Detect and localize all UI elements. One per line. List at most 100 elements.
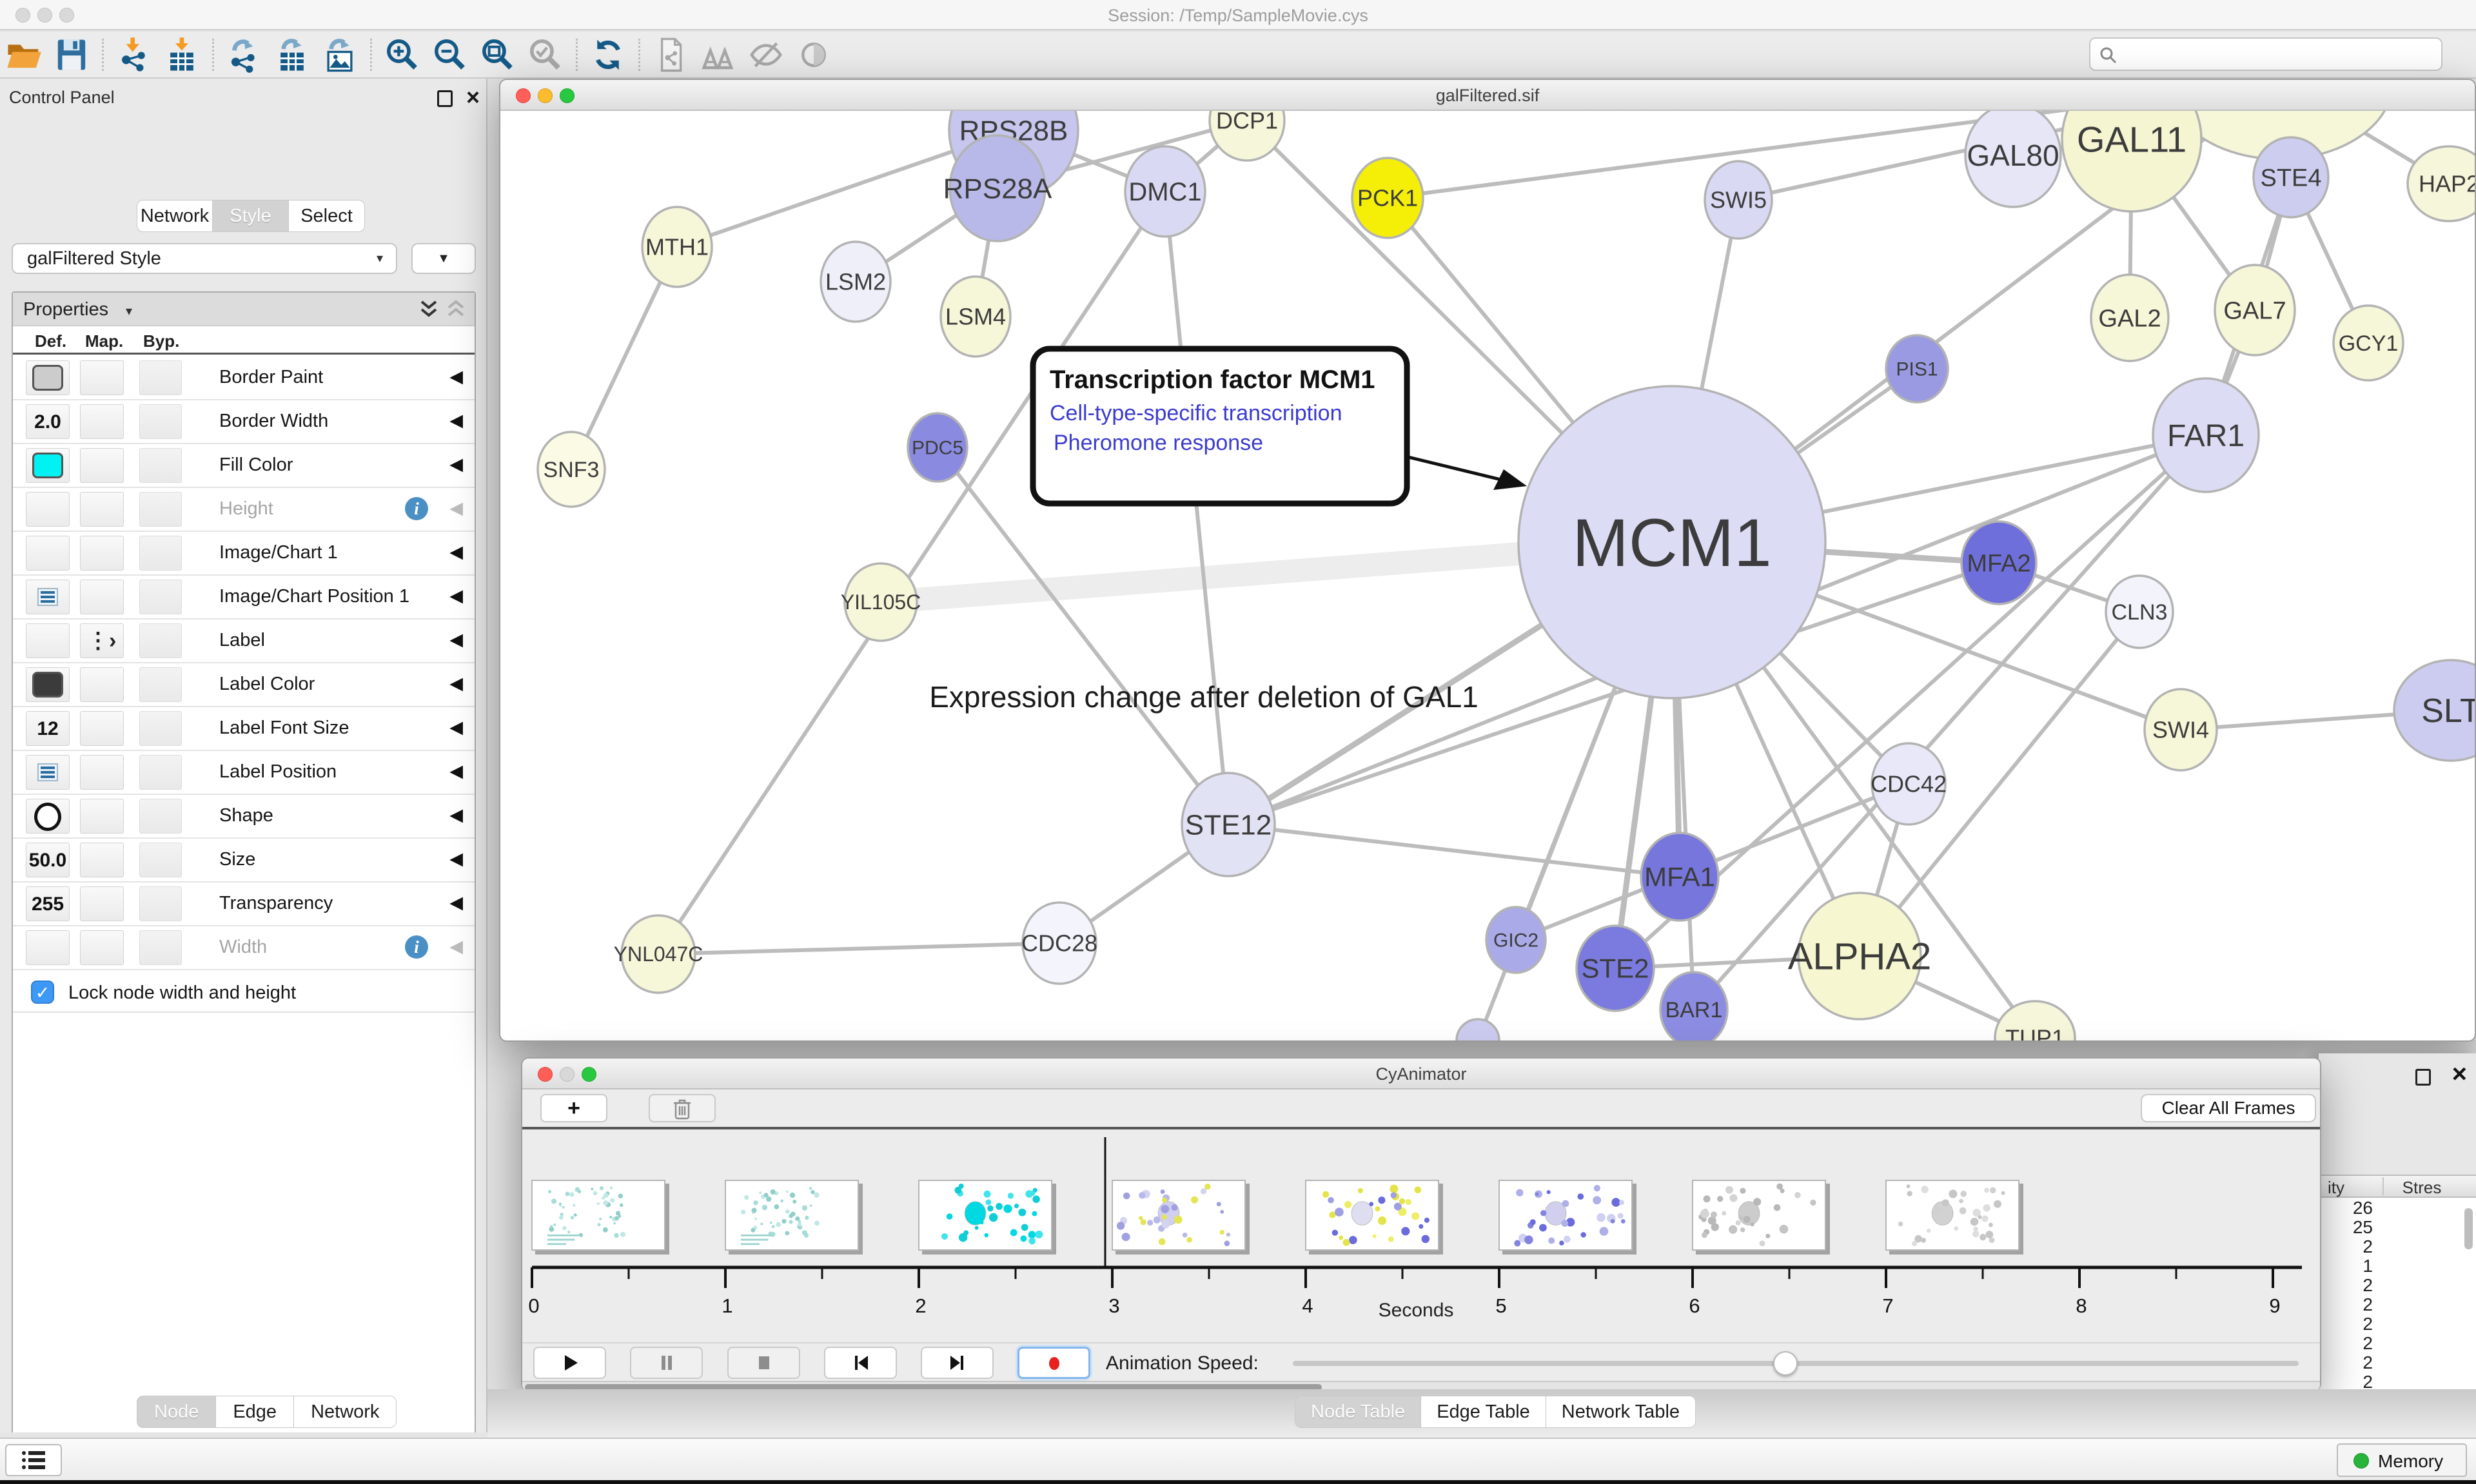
record-button[interactable] [1017, 1347, 1090, 1379]
search-box[interactable] [2089, 37, 2442, 71]
mapping-cell[interactable] [80, 930, 124, 965]
tab-node[interactable]: Node [137, 1396, 216, 1428]
export-image-icon[interactable] [321, 36, 359, 73]
property-row-label-font-size[interactable]: 12Label Font Size◀ [13, 707, 475, 751]
column-divider[interactable] [2383, 1177, 2384, 1195]
property-row-height[interactable]: Heighti◀ [13, 488, 475, 532]
frame-thumbnail-1[interactable] [725, 1180, 859, 1251]
style-selector[interactable]: galFiltered Style ▾ [12, 243, 397, 274]
frame-thumbnail-0[interactable] [531, 1180, 665, 1251]
property-row-width[interactable]: Widthi◀ [13, 926, 475, 970]
table-row[interactable]: 2 [2319, 1352, 2476, 1372]
step-forward-button[interactable] [921, 1347, 994, 1379]
table-row[interactable]: 1 [2319, 1256, 2476, 1275]
property-row-label-color[interactable]: Label Color◀ [13, 663, 475, 707]
mapping-cell[interactable] [80, 580, 124, 614]
tab-edge[interactable]: Edge [216, 1396, 294, 1428]
bypass-cell[interactable] [139, 404, 182, 439]
property-row-image-chart-position-1[interactable]: Image/Chart Position 1◀ [13, 576, 475, 620]
table-row[interactable]: 2 [2319, 1275, 2476, 1294]
property-row-fill-color[interactable]: Fill Color◀ [13, 444, 475, 488]
default-value-cell[interactable]: 50.0 [26, 843, 70, 877]
animation-speed-thumb[interactable] [1773, 1351, 1798, 1376]
expand-property-icon[interactable]: ◀ [449, 498, 463, 518]
table-row[interactable]: 2 [2319, 1314, 2476, 1333]
property-row-border-paint[interactable]: Border Paint◀ [13, 356, 475, 400]
tab-select[interactable]: Select [289, 200, 365, 232]
default-value-cell[interactable] [26, 360, 70, 395]
expand-property-icon[interactable]: ◀ [449, 805, 463, 825]
bypass-cell[interactable] [139, 711, 182, 746]
default-value-cell[interactable] [26, 930, 70, 965]
expand-property-icon[interactable]: ◀ [449, 542, 463, 562]
zoom-selected-icon[interactable] [527, 36, 564, 73]
frame-thumbnail-3[interactable] [1112, 1180, 1246, 1251]
tab-network[interactable]: Network [137, 200, 213, 232]
frame-thumbnail-6[interactable] [1692, 1180, 1826, 1251]
lock-checkbox[interactable]: ✓ [31, 981, 54, 1004]
mapping-cell[interactable] [80, 360, 124, 395]
hide-details-icon[interactable] [747, 36, 785, 73]
frame-thumbnail-4[interactable] [1305, 1180, 1439, 1251]
table-row[interactable]: 2 [2319, 1236, 2476, 1256]
mapping-cell[interactable]: ⋮› [80, 623, 124, 658]
step-back-button[interactable] [824, 1347, 897, 1379]
float-panel-icon[interactable] [437, 90, 453, 107]
bypass-cell[interactable] [139, 623, 182, 658]
property-row-label-position[interactable]: Label Position◀ [13, 751, 475, 795]
frame-thumbnail-2[interactable] [918, 1180, 1052, 1251]
default-value-cell[interactable]: 12 [26, 711, 70, 746]
mapping-cell[interactable] [80, 799, 124, 834]
export-table-icon[interactable] [273, 36, 311, 73]
node-NODE_SM[interactable] [1457, 1019, 1499, 1040]
mapping-cell[interactable] [80, 667, 124, 702]
expand-property-icon[interactable]: ◀ [449, 761, 463, 781]
frame-thumbnail-7[interactable] [1885, 1180, 2019, 1251]
zoom-in-icon[interactable] [384, 36, 421, 73]
property-row-label[interactable]: ⋮›Label◀ [13, 620, 475, 663]
default-value-cell[interactable]: 2.0 [26, 404, 70, 439]
table-vertical-scrollbar[interactable] [2464, 1208, 2473, 1249]
network-canvas[interactable]: RPS28BDCP1GAL11GAL80STE4HAP2RPS28ADMC1PC… [500, 111, 2475, 1040]
bypass-cell[interactable] [139, 886, 182, 921]
mapping-cell[interactable] [80, 711, 124, 746]
mapping-cell[interactable] [80, 843, 124, 877]
info-icon[interactable]: i [405, 935, 428, 959]
table-row[interactable]: 2 [2319, 1294, 2476, 1314]
collapse-all-icon[interactable] [445, 299, 467, 320]
default-value-cell[interactable] [26, 623, 70, 658]
pause-button[interactable] [630, 1347, 703, 1379]
memory-button[interactable]: Memory [2337, 1443, 2467, 1477]
expand-property-icon[interactable]: ◀ [449, 411, 463, 431]
properties-menu-icon[interactable]: ▾ [126, 303, 132, 319]
close-table-panel-icon[interactable]: × [2452, 1060, 2467, 1089]
property-row-shape[interactable]: Shape◀ [13, 795, 475, 839]
bypass-cell[interactable] [139, 667, 182, 702]
bypass-cell[interactable] [139, 799, 182, 834]
network-window-titlebar[interactable]: galFiltered.sif [500, 80, 2475, 111]
table-row[interactable]: 2 [2319, 1372, 2476, 1391]
play-button[interactable] [533, 1347, 606, 1379]
network-report-icon[interactable] [652, 36, 689, 73]
clear-all-frames-button[interactable]: Clear All Frames [2141, 1094, 2316, 1122]
expand-property-icon[interactable]: ◀ [449, 586, 463, 606]
save-session-icon[interactable] [53, 36, 90, 73]
property-row-image-chart-1[interactable]: Image/Chart 1◀ [13, 532, 475, 576]
default-value-cell[interactable] [26, 755, 70, 790]
cyanimator-titlebar[interactable]: CyAnimator [522, 1059, 2320, 1089]
bypass-cell[interactable] [139, 930, 182, 965]
expand-property-icon[interactable]: ◀ [449, 849, 463, 869]
stop-button[interactable] [727, 1347, 800, 1379]
tab-node-table[interactable]: Node Table [1295, 1396, 1421, 1428]
add-frame-button[interactable]: + [540, 1094, 607, 1122]
tab-edge-table[interactable]: Edge Table [1421, 1396, 1546, 1428]
mapping-cell[interactable] [80, 448, 124, 483]
tab-style[interactable]: Style [213, 200, 289, 232]
export-network-icon[interactable] [226, 36, 263, 73]
property-row-size[interactable]: 50.0Size◀ [13, 839, 475, 883]
frame-thumbnail-5[interactable] [1498, 1180, 1633, 1251]
table-row[interactable]: 25 [2319, 1217, 2476, 1236]
bypass-cell[interactable] [139, 843, 182, 877]
open-session-icon[interactable] [5, 36, 43, 73]
search-input[interactable] [2124, 41, 2433, 67]
